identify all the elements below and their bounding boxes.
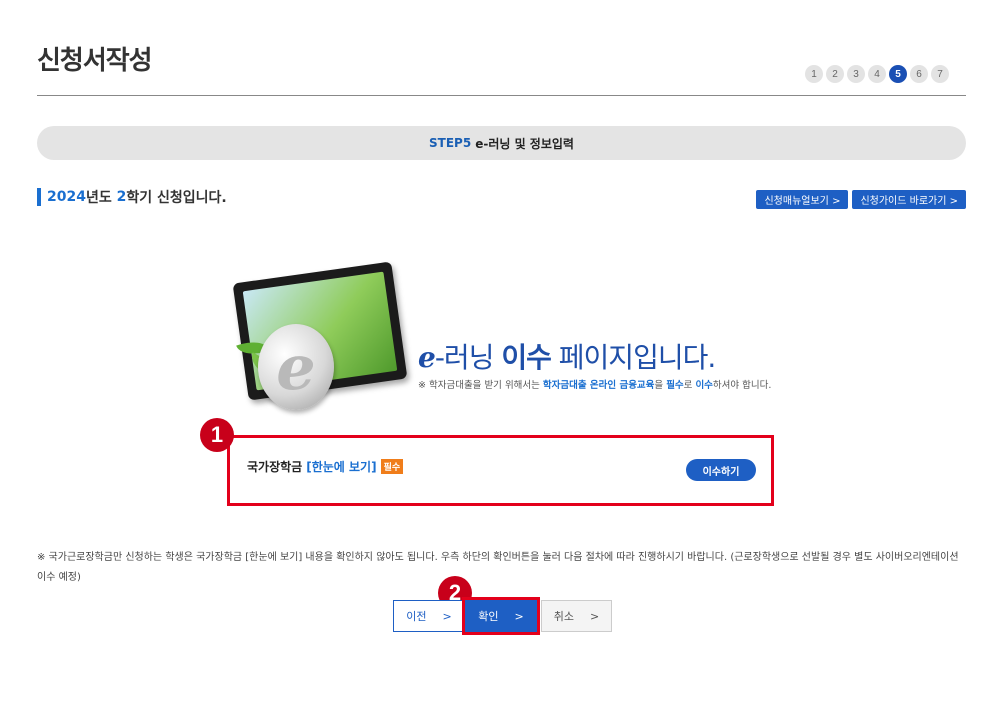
notice-highlight: 학자금대출 온라인 금융교육 [542,380,655,391]
semester-year-suffix: 년도 [85,190,117,206]
page-title: 신청서작성 [37,46,153,76]
course-row: 국가장학금 [한눈에 보기] 필수 [247,458,404,475]
top-button-group: 신청매뉴얼보기 > 신청가이드 바로가기 > [756,190,966,209]
notice-text: ※ 학자금대출을 받기 위해서는 [418,380,543,391]
course-overview-link[interactable]: [한눈에 보기] [306,458,376,475]
headline-bold: 이수 [501,341,552,374]
notice-text: 을 [654,380,667,391]
confirm-button[interactable]: 확인 > [462,597,540,635]
complete-course-button[interactable]: 이수하기 [686,459,756,481]
guide-link-button[interactable]: 신청가이드 바로가기 > [852,190,966,209]
semester-term: 2 [116,189,127,205]
e-logo-icon: e [258,324,334,410]
confirm-button-label: 확인 [478,610,499,623]
chevron-right-icon: > [514,609,524,623]
required-badge: 필수 [380,459,404,474]
step-5-active: 5 [889,65,907,83]
notice-text: 하셔야 합니다. [712,380,772,391]
headline-mid: -러닝 [434,341,502,374]
step-6: 6 [910,65,928,83]
elearning-illustration: e [228,261,418,422]
step-2: 2 [826,65,844,83]
cancel-button[interactable]: 취소 > [541,600,612,632]
manual-view-button[interactable]: 신청매뉴얼보기 > [756,190,849,209]
elearning-headline: e-러닝 이수 페이지입니다. [418,336,716,376]
step-7: 7 [931,65,949,83]
step-banner: STEP5 e-러닝 및 정보입력 [37,126,966,160]
semester-heading: 2024 년도 2 학기 신청입니다. [37,188,227,206]
notice-text: 로 [683,380,696,391]
cancel-button-label: 취소 [553,610,575,623]
chevron-right-icon: > [442,609,452,623]
step-indicator: 1 2 3 4 5 6 7 [805,65,949,83]
prev-button[interactable]: 이전 > [393,600,465,632]
prev-button-label: 이전 [406,610,427,623]
notice-highlight: 필수 [666,380,684,391]
notice-highlight: 이수 [695,380,713,391]
semester-term-suffix: 학기 신청입니다. [126,190,227,206]
headline-end: 페이지입니다. [550,341,716,374]
elearning-notice: ※ 학자금대출을 받기 위해서는 학자금대출 온라인 금융교육을 필수로 이수하… [418,377,771,391]
footnote: ※ 국가근로장학금만 신청하는 학생은 국가장학금 [한눈에 보기] 내용을 확… [37,552,959,583]
step-banner-label: STEP5 [429,136,472,150]
step-4: 4 [868,65,886,83]
course-name: 국가장학금 [247,460,303,474]
step-1: 1 [805,65,823,83]
step-banner-title: e-러닝 및 정보입력 [475,136,574,151]
chevron-right-icon: > [590,609,600,623]
annotation-badge-1: 1 [200,418,234,452]
title-divider [37,95,966,96]
step-3: 3 [847,65,865,83]
headline-e: e [418,341,436,374]
semester-year: 2024 [47,189,86,205]
